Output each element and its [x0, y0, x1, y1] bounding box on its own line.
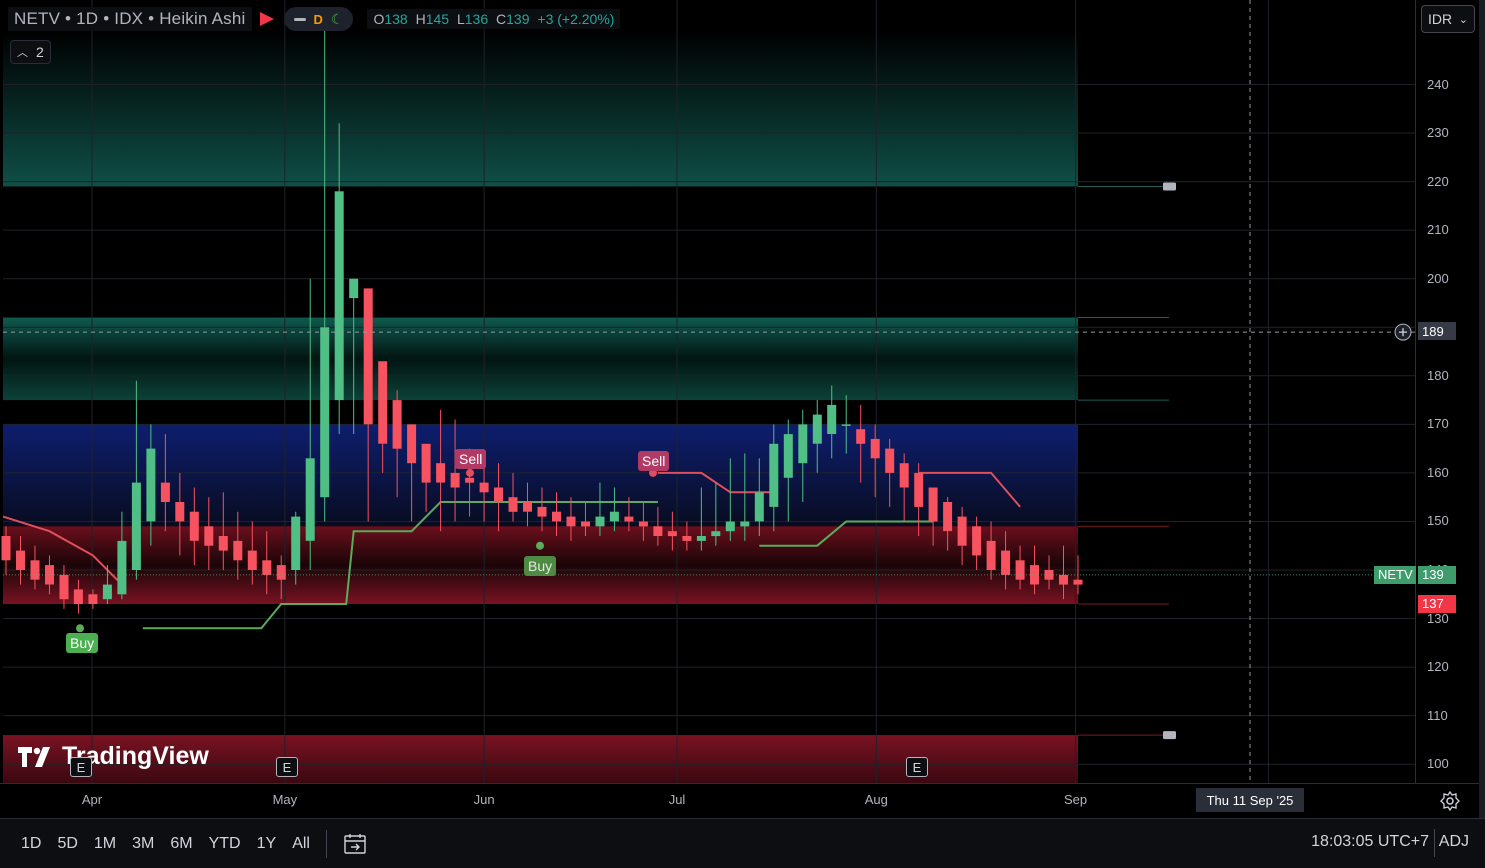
zone-handle: [1163, 731, 1176, 740]
zone-resistance: [3, 31, 1078, 187]
indicators-toggle[interactable]: ︿ 2: [10, 40, 51, 64]
bottom-toolbar: 1D 5D 1M 3M 6M YTD 1Y All 18:03:05 UTC+7 ADJ: [0, 818, 1485, 868]
price-tick-label: 170: [1427, 416, 1449, 432]
date-range-icon[interactable]: [343, 832, 367, 856]
timeframe-button-1m[interactable]: 1M: [86, 835, 124, 853]
high-value: 145: [425, 11, 450, 27]
change-value: +3 (+2.20%): [537, 11, 615, 27]
chevron-down-icon: ⌄: [1458, 13, 1468, 26]
timeframe-button-3m[interactable]: 3M: [124, 835, 162, 853]
price-tick-label: 180: [1427, 367, 1449, 383]
timeframe-button-1d[interactable]: 1D: [13, 835, 49, 853]
timeframe-button-ytd[interactable]: YTD: [201, 835, 249, 853]
symbol-title[interactable]: NETV • 1D • IDX • Heikin Ashi: [8, 7, 252, 31]
prev-price-tag: 137: [1418, 594, 1456, 613]
clock[interactable]: 18:03:05 UTC+7: [1311, 833, 1429, 851]
price-tick-label: 230: [1427, 125, 1449, 141]
price-tick-label: 130: [1427, 610, 1449, 626]
session-label: D: [313, 11, 323, 27]
timeframe-button-1y[interactable]: 1Y: [249, 835, 285, 853]
session-pill[interactable]: D ☾: [283, 7, 354, 31]
tradingview-icon: [18, 746, 50, 767]
timeframe-button-6m[interactable]: 6M: [162, 835, 200, 853]
price-tick-label: 210: [1427, 222, 1449, 238]
signal-dot: [466, 468, 474, 477]
earnings-badge[interactable]: E: [906, 757, 928, 777]
price-tick-label: 200: [1427, 270, 1449, 286]
currency-selector[interactable]: IDR ⌄: [1421, 5, 1475, 33]
price-tick-label: 110: [1427, 707, 1448, 723]
timeframe-button-all[interactable]: All: [284, 835, 318, 853]
zone-handle: [1163, 182, 1176, 191]
moon-icon: ☾: [330, 10, 344, 27]
crosshair-date-label: Thu 11 Sep '25: [1196, 788, 1304, 812]
signal-dot: [76, 624, 84, 633]
price-tick-label: 100: [1427, 756, 1449, 772]
price-chart[interactable]: [0, 0, 1485, 868]
low-value: 136: [464, 11, 489, 27]
price-tick-label: 220: [1427, 173, 1449, 189]
ohlc-values: O138 H145 L136 C139 +3 (+2.20%): [367, 9, 621, 29]
chart-app[interactable]: NETV • 1D • IDX • Heikin Ashi D ☾ O138 H…: [0, 0, 1485, 868]
close-value: 139: [506, 11, 530, 27]
sell-signal-label[interactable]: Sell: [638, 451, 670, 471]
symbol-legend: NETV • 1D • IDX • Heikin Ashi D ☾ O138 H…: [8, 6, 621, 32]
timeframe-button-5d[interactable]: 5D: [49, 835, 85, 853]
time-tick-label: Aug: [864, 792, 888, 807]
crosshair-price-tag: 189: [1418, 322, 1456, 341]
time-tick-label: May: [272, 792, 298, 807]
time-tick-label: Jul: [668, 792, 686, 807]
timeframe-buttons: 1D 5D 1M 3M 6M YTD 1Y All: [13, 835, 318, 853]
signal-dot: [536, 541, 544, 550]
zone-resistance: [3, 317, 1078, 401]
tradingview-logo[interactable]: TradingView: [18, 742, 209, 771]
symbol-price-tag: NETV: [1374, 565, 1416, 584]
last-price-tag: 139: [1418, 565, 1456, 584]
flag-icon[interactable]: [259, 12, 274, 26]
right-edge: [1479, 0, 1485, 818]
divider: [325, 829, 327, 858]
sell-signal-label[interactable]: Sell: [455, 449, 487, 469]
price-tick-label: 150: [1427, 513, 1449, 529]
adjustment-toggle[interactable]: ADJ: [1439, 833, 1469, 851]
time-tick-label: Jun: [473, 792, 495, 807]
price-tick-label: 160: [1427, 464, 1449, 480]
time-tick-label: Sep: [1063, 792, 1088, 807]
open-value: 138: [384, 11, 408, 27]
price-tick-label: 120: [1427, 659, 1449, 675]
divider: [1434, 829, 1435, 857]
currency-label: IDR: [1428, 11, 1453, 27]
settings-icon[interactable]: [1440, 791, 1460, 811]
price-tick-label: 240: [1427, 76, 1449, 92]
time-tick-label: Apr: [81, 792, 103, 807]
buy-signal-label[interactable]: Buy: [524, 556, 557, 576]
chevron-up-icon: ︿: [17, 47, 28, 59]
minus-icon: [293, 17, 306, 21]
earnings-badge[interactable]: E: [276, 757, 298, 777]
indicator-count: 2: [36, 44, 44, 60]
buy-signal-label[interactable]: Buy: [66, 633, 99, 653]
earnings-badge[interactable]: E: [70, 757, 92, 777]
